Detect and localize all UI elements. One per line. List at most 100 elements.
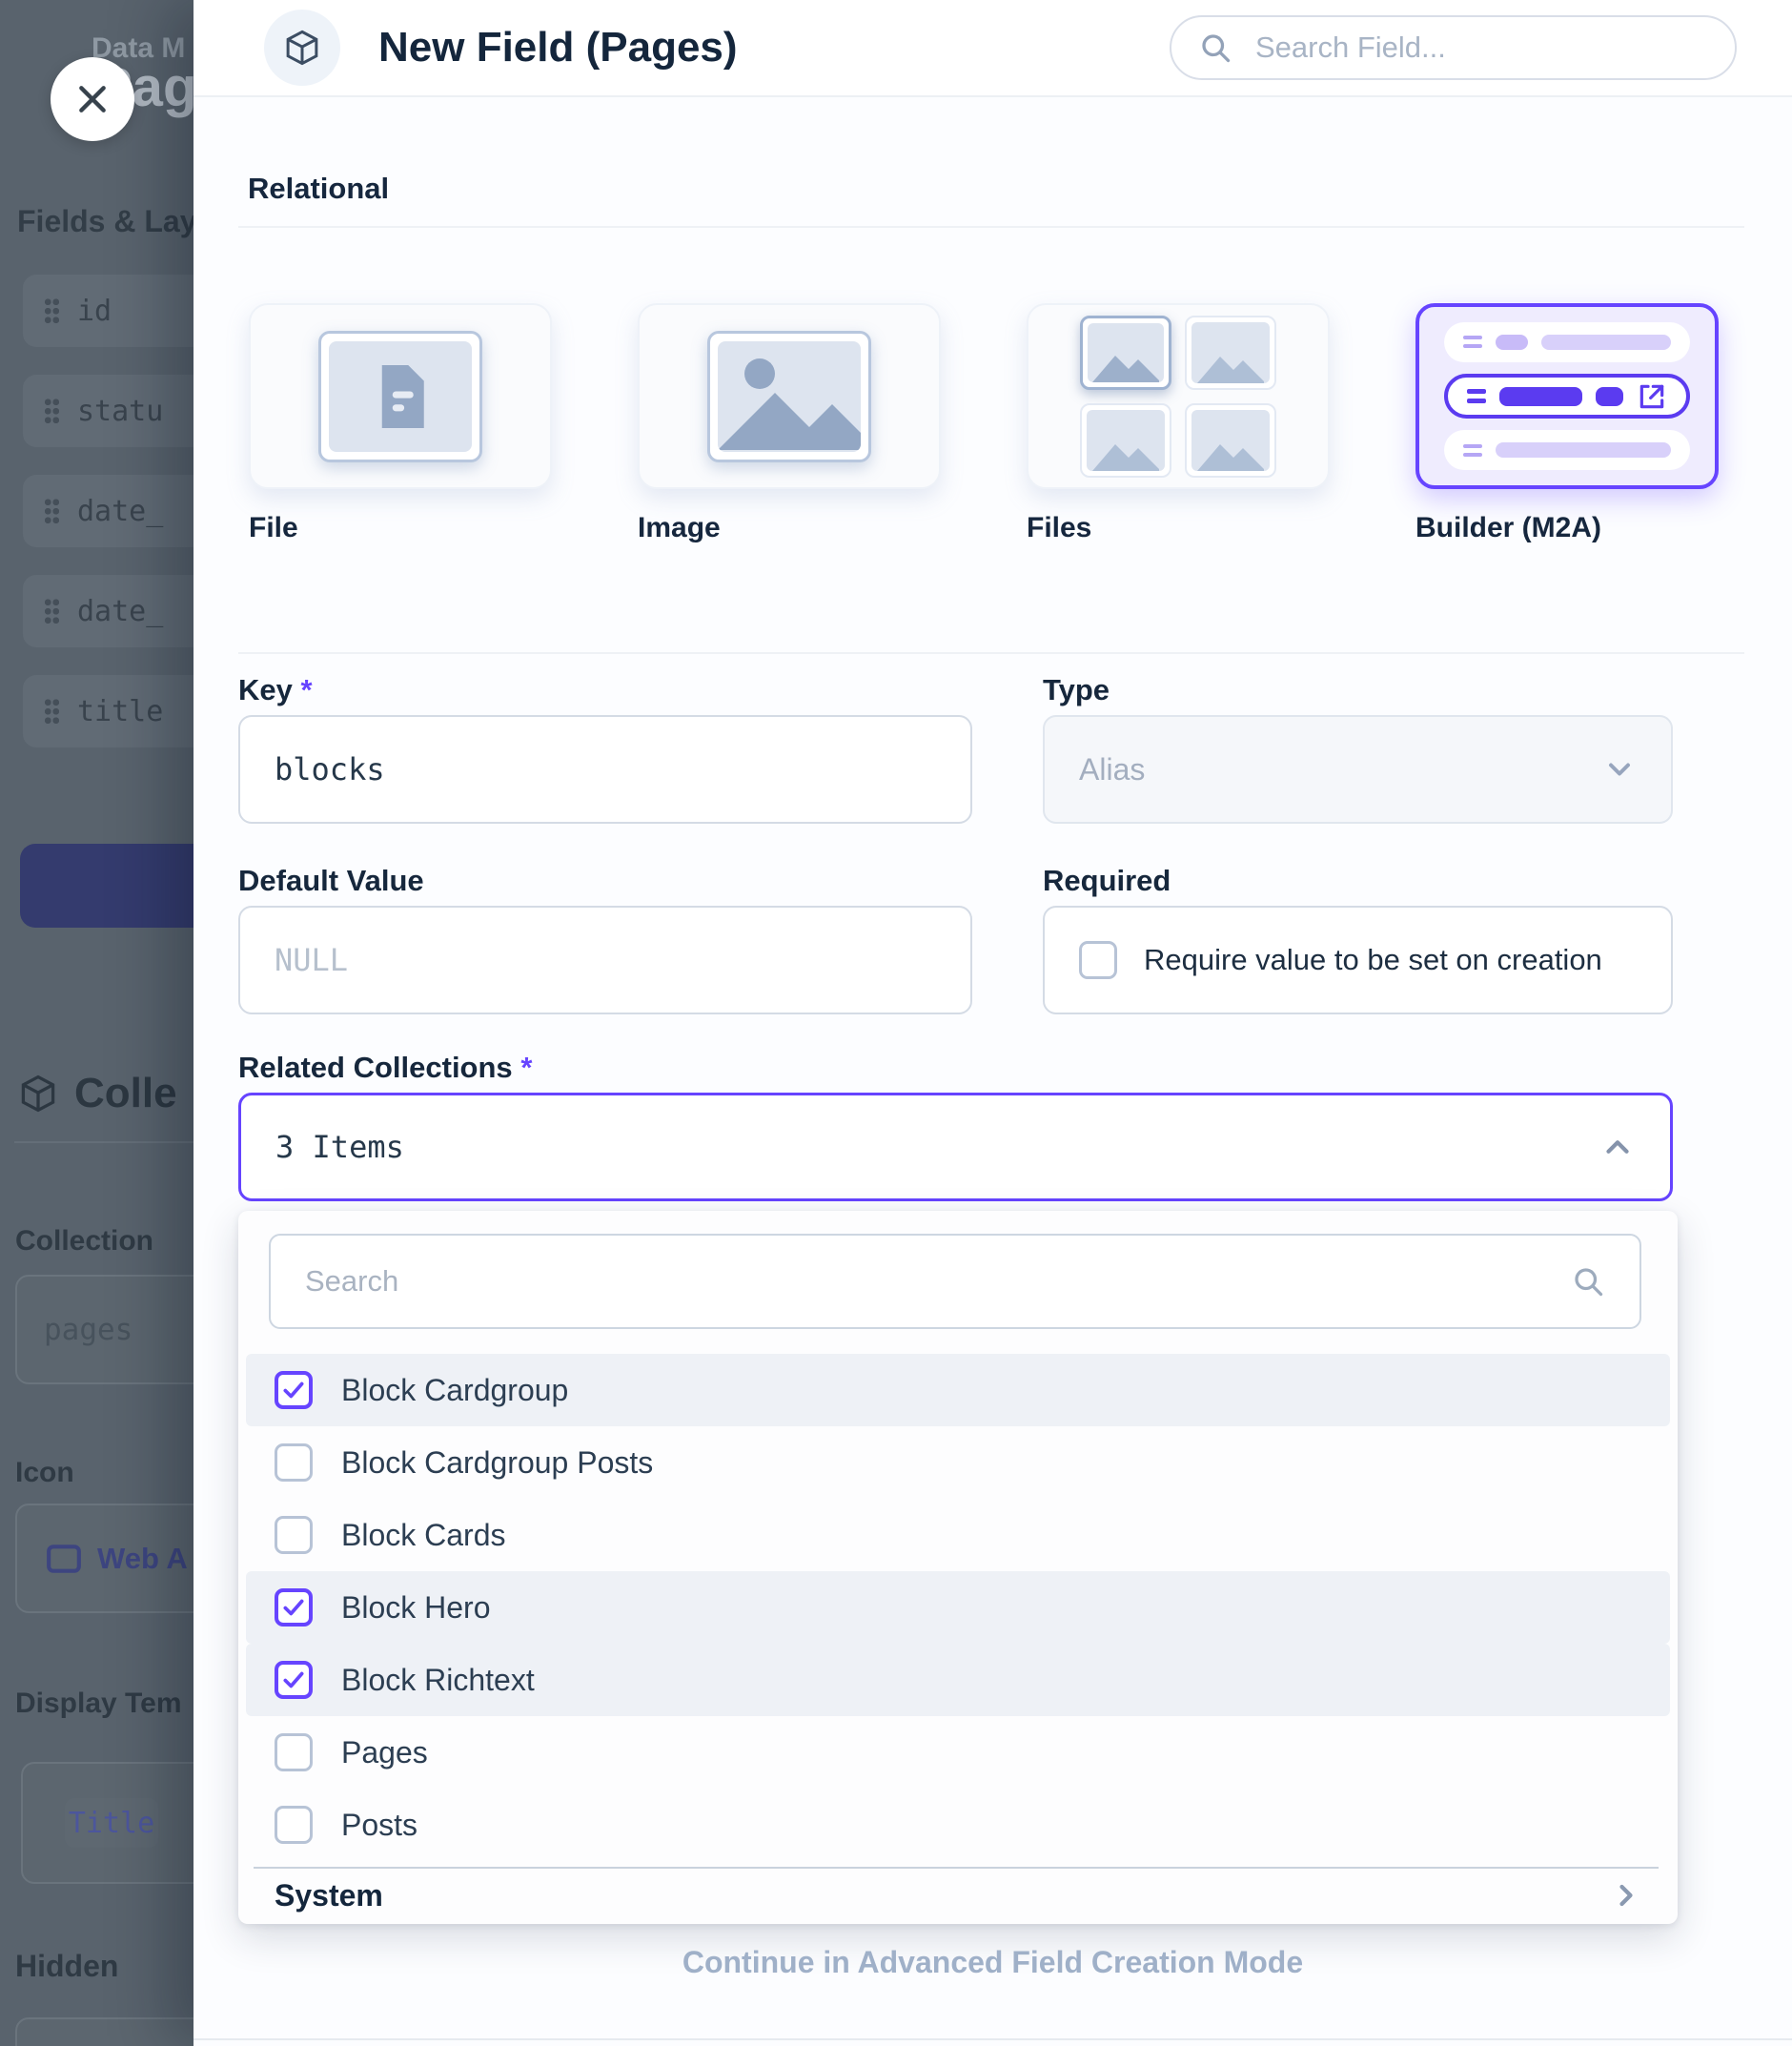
fields-layout-heading: Fields & Lay bbox=[17, 204, 193, 239]
required-checkbox-field[interactable]: Require value to be set on creation bbox=[1043, 906, 1673, 1014]
card-files[interactable]: Files bbox=[1027, 303, 1330, 544]
collection-option-label: Block Cardgroup bbox=[341, 1373, 568, 1408]
collection-option[interactable]: Pages bbox=[246, 1716, 1670, 1789]
field-row[interactable]: statu bbox=[23, 375, 193, 447]
close-icon bbox=[73, 80, 112, 118]
key-label: Key * bbox=[238, 673, 313, 707]
divider bbox=[238, 652, 1744, 654]
required-checkbox-label: Require value to be set on creation bbox=[1144, 943, 1602, 977]
checkbox[interactable] bbox=[275, 1661, 313, 1699]
external-link-icon bbox=[1637, 381, 1667, 412]
card-builder-m2a[interactable]: Builder (M2A) bbox=[1415, 303, 1719, 544]
new-field-drawer: New Field (Pages) Search Field... Relati… bbox=[193, 0, 1792, 2046]
display-template-label: Display Tem bbox=[15, 1688, 182, 1720]
file-icon bbox=[374, 365, 427, 428]
drag-handle-icon[interactable] bbox=[44, 398, 60, 424]
collection-option[interactable]: Block Cardgroup bbox=[246, 1354, 1670, 1426]
checkbox-unchecked[interactable] bbox=[1079, 941, 1117, 979]
required-label: Required bbox=[1043, 864, 1171, 898]
drag-handle-icon[interactable] bbox=[44, 698, 60, 725]
cube-icon bbox=[17, 1073, 59, 1115]
card-label: Files bbox=[1027, 512, 1330, 544]
checkbox[interactable] bbox=[275, 1516, 313, 1554]
search-placeholder: Search bbox=[305, 1264, 398, 1299]
field-row[interactable]: date_ bbox=[23, 575, 193, 647]
card-label: File bbox=[249, 512, 552, 544]
default-value-label: Default Value bbox=[238, 864, 424, 898]
drag-handle-icon[interactable] bbox=[44, 498, 60, 524]
collection-option-label: Block Hero bbox=[341, 1590, 491, 1626]
field-row-label: id bbox=[77, 295, 112, 328]
field-row[interactable]: date_ bbox=[23, 475, 193, 547]
field-row[interactable]: title bbox=[23, 675, 193, 747]
drag-handle-icon bbox=[1463, 444, 1482, 457]
field-search-input[interactable]: Search Field... bbox=[1170, 15, 1737, 80]
drag-handle-icon[interactable] bbox=[44, 297, 60, 324]
related-collections-select[interactable]: 3 Items bbox=[238, 1093, 1673, 1201]
checkbox[interactable] bbox=[275, 1588, 313, 1627]
collection-input[interactable]: pages bbox=[15, 1275, 193, 1384]
collection-option-label: Block Cardgroup Posts bbox=[341, 1445, 653, 1481]
drag-handle-icon bbox=[1463, 336, 1482, 348]
system-group-row[interactable]: System bbox=[246, 1871, 1670, 1920]
checkbox[interactable] bbox=[275, 1371, 313, 1409]
drag-handle-icon[interactable] bbox=[44, 598, 60, 624]
divider bbox=[238, 226, 1744, 228]
collection-option[interactable]: Block Hero bbox=[246, 1571, 1670, 1644]
chevron-up-icon bbox=[1599, 1129, 1636, 1165]
search-icon bbox=[1198, 31, 1232, 65]
advanced-mode-link[interactable]: Continue in Advanced Field Creation Mode bbox=[193, 1945, 1792, 1980]
cube-icon bbox=[282, 28, 322, 68]
icon-select[interactable]: Web A bbox=[15, 1504, 193, 1613]
thumbnail bbox=[1185, 403, 1276, 478]
icon-label: Icon bbox=[15, 1457, 74, 1489]
collection-option[interactable]: Block Cardgroup Posts bbox=[246, 1426, 1670, 1499]
collections-heading: Colle bbox=[17, 1070, 177, 1117]
hidden-input[interactable] bbox=[15, 2017, 193, 2046]
section-label: Relational bbox=[248, 172, 389, 206]
thumbnail bbox=[1080, 403, 1171, 478]
field-row[interactable]: id bbox=[23, 275, 193, 347]
dimmed-page-backdrop: Data M Pag Fields & Lay id statu date_ d… bbox=[0, 0, 193, 2046]
system-label: System bbox=[275, 1878, 383, 1913]
collection-option-label: Pages bbox=[341, 1735, 428, 1770]
related-collections-label: Related Collections * bbox=[238, 1051, 532, 1085]
card-label: Builder (M2A) bbox=[1415, 512, 1719, 544]
field-row-label: date_ bbox=[77, 495, 163, 528]
close-button[interactable] bbox=[51, 57, 134, 141]
collection-option[interactable]: Block Richtext bbox=[246, 1644, 1670, 1716]
web-window-icon bbox=[46, 1544, 82, 1574]
field-row-label: title bbox=[77, 695, 163, 728]
collection-option[interactable]: Posts bbox=[246, 1789, 1670, 1861]
collection-option-label: Block Richtext bbox=[341, 1663, 535, 1698]
card-file[interactable]: File bbox=[249, 303, 552, 544]
divider bbox=[14, 1141, 193, 1143]
image-icon bbox=[718, 343, 861, 450]
collection-option-list: Block Cardgroup Block Cardgroup Posts bbox=[246, 1354, 1670, 1861]
drawer-header: New Field (Pages) Search Field... bbox=[193, 0, 1792, 97]
key-input[interactable]: blocks bbox=[238, 715, 972, 824]
dropdown-search-input[interactable]: Search bbox=[269, 1234, 1641, 1329]
search-icon bbox=[1571, 1264, 1605, 1299]
display-template-input[interactable]: Title bbox=[21, 1762, 193, 1884]
collection-option[interactable]: Block Cards bbox=[246, 1499, 1670, 1571]
thumbnail bbox=[1185, 316, 1276, 390]
divider bbox=[193, 2038, 1792, 2040]
thumbnail bbox=[1080, 316, 1171, 390]
divider bbox=[254, 1867, 1659, 1869]
card-label: Image bbox=[638, 512, 941, 544]
field-type-icon-circle bbox=[264, 10, 340, 86]
default-value-input[interactable]: NULL bbox=[238, 906, 972, 1014]
card-image[interactable]: Image bbox=[638, 303, 941, 544]
collection-option-label: Posts bbox=[341, 1808, 417, 1843]
checkbox[interactable] bbox=[275, 1733, 313, 1771]
type-select[interactable]: Alias bbox=[1043, 715, 1673, 824]
save-button-dimmed[interactable] bbox=[20, 844, 193, 928]
checkbox[interactable] bbox=[275, 1443, 313, 1482]
field-row-list: id statu date_ date_ title bbox=[23, 275, 193, 775]
title-chip[interactable]: Title bbox=[65, 1798, 158, 1848]
checkbox[interactable] bbox=[275, 1806, 313, 1844]
field-row-label: date_ bbox=[77, 595, 163, 628]
search-placeholder: Search Field... bbox=[1255, 31, 1446, 65]
builder-row bbox=[1444, 322, 1690, 362]
